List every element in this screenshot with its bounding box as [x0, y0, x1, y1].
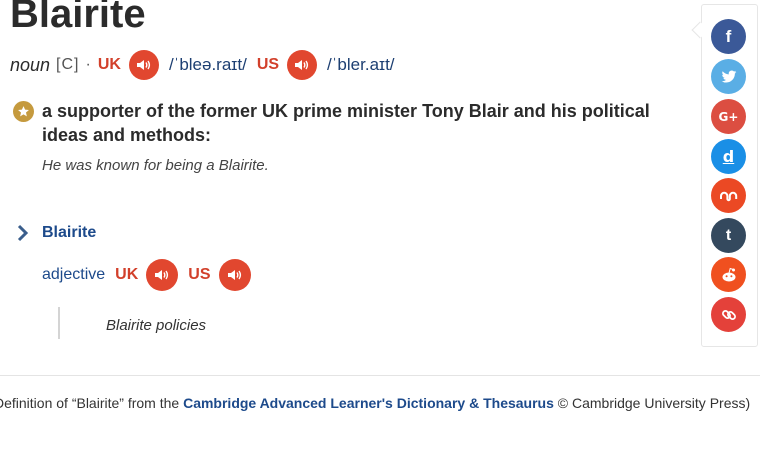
reddit-icon [722, 267, 735, 281]
headword: Blairite [10, 0, 146, 36]
uk-ipa: /ˈbleə.raɪt/ [168, 55, 247, 74]
reddit-share-button[interactable] [711, 257, 746, 292]
us-audio-button[interactable] [287, 50, 318, 80]
separator: · [85, 56, 91, 73]
source-prefix: Definition of “Blairite” from the [0, 395, 184, 411]
facebook-icon: f [725, 26, 732, 46]
example-quote-bar [58, 307, 60, 339]
related-us-label: US [188, 266, 211, 283]
tumblr-share-button[interactable]: t [711, 218, 746, 253]
related-uk-label: UK [115, 266, 139, 283]
speaker-icon [227, 270, 241, 280]
google-plus-share-button[interactable]: G+ [711, 99, 746, 134]
tumblr-icon: t [725, 226, 732, 244]
dictionary-link[interactable]: Cambridge Advanced Learner's Dictionary … [183, 395, 554, 411]
definition-text: a supporter of the former UK prime minis… [42, 101, 650, 145]
part-of-speech: noun [10, 54, 51, 75]
source-suffix: © Cambridge University Press) [553, 395, 751, 411]
twitter-share-button[interactable] [711, 59, 746, 94]
related-us-audio-button[interactable] [218, 259, 251, 291]
related-part-of-speech: adjective [42, 266, 106, 283]
copy-link-button[interactable] [711, 297, 746, 332]
speaker-icon [295, 60, 309, 70]
pronunciation-line: noun [C] · UK /ˈbleə.raɪt/ US /ˈbler.aɪt… [10, 50, 405, 80]
example-sentence: He was known for being a Blairite. [42, 157, 269, 174]
stumbleupon-share-button[interactable] [711, 178, 746, 213]
speaker-icon [155, 270, 169, 280]
grammar-code: [C] [56, 56, 80, 73]
star-icon [13, 101, 34, 122]
google-plus-icon: G+ [718, 109, 739, 124]
delicious-share-button[interactable]: d [711, 139, 746, 174]
related-uk-audio-button[interactable] [146, 259, 179, 291]
chevron-right-icon[interactable] [14, 222, 32, 244]
related-entry-link[interactable]: Blairite [42, 224, 96, 242]
uk-audio-button[interactable] [128, 50, 159, 80]
link-icon [721, 309, 736, 320]
related-example: Blairite policies [106, 317, 207, 334]
speaker-icon [136, 60, 151, 70]
related-pronunciation-line: adjective UK US [42, 259, 261, 291]
delicious-icon: d [722, 147, 735, 166]
source-citation: Definition of “Blairite” from the Cambri… [0, 390, 760, 416]
twitter-icon [721, 70, 736, 83]
share-panel [701, 4, 758, 347]
uk-label: UK [97, 56, 121, 73]
us-ipa: /ˈbler.aɪt/ [327, 55, 395, 74]
facebook-share-button[interactable]: f [711, 19, 746, 54]
stumbleupon-icon [719, 191, 737, 201]
divider [0, 375, 760, 376]
us-label: US [256, 56, 280, 73]
